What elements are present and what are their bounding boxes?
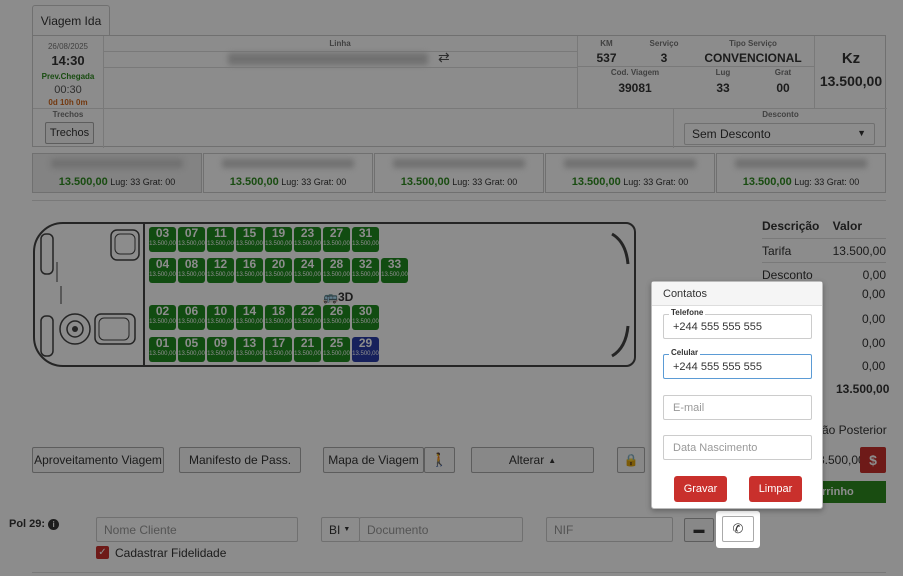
limpar-button[interactable]: Limpar (749, 476, 802, 502)
celular-input[interactable]: +244 555 555 555 (663, 354, 812, 379)
contatos-title: Contatos (652, 282, 822, 306)
telefone-input[interactable]: +244 555 555 555 (663, 314, 812, 339)
contatos-popup: Contatos +244 555 555 555 Telefone +244 … (651, 281, 823, 509)
telefone-label: Telefone (669, 308, 706, 317)
email-input[interactable]: E-mail (663, 395, 812, 420)
gravar-button[interactable]: Gravar (674, 476, 727, 502)
data-nascimento-input[interactable]: Data Nascimento (663, 435, 812, 460)
phone-icon[interactable]: ✆ (722, 516, 754, 542)
celular-label: Celular (669, 348, 701, 357)
